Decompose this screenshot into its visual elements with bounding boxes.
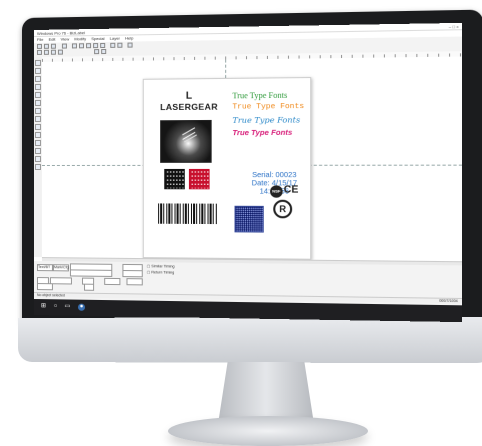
true-type-fonts-pink[interactable]: True Type Fonts — [232, 128, 310, 138]
text-bt-button[interactable]: Text/BT — [36, 264, 53, 272]
menu-help[interactable]: Help — [125, 35, 133, 40]
undo-icon[interactable] — [93, 43, 99, 49]
similar-timing-checkbox[interactable]: ▢ Similar Timing — [147, 264, 175, 268]
circle-tool-icon[interactable] — [34, 91, 41, 98]
windows-logo-icon[interactable]: ⊞ — [40, 303, 47, 310]
nsf-logo: NSF — [270, 185, 283, 198]
lasergear-logo[interactable]: L LASERGEAR — [154, 90, 224, 113]
image-tool-icon[interactable] — [34, 123, 41, 130]
spark — [182, 131, 196, 140]
datamatrix-code-black[interactable] — [164, 168, 185, 190]
return-timing-label: Return Timing — [151, 270, 175, 275]
serial-tool-icon[interactable] — [34, 131, 41, 138]
barcode[interactable] — [158, 203, 218, 225]
menu-modify[interactable]: Modify — [74, 36, 86, 41]
certification-marks[interactable]: NSF CE R — [270, 184, 302, 222]
new-file-icon[interactable] — [36, 43, 42, 49]
rotate-icon[interactable] — [101, 48, 107, 55]
screen: Windows Pro 76 - BizLabel – □ × File Edi… — [34, 22, 463, 323]
window-title: Windows Pro 76 - BizLabel — [36, 30, 86, 36]
registered-mark: R — [273, 199, 293, 219]
property-field-2[interactable] — [69, 269, 113, 277]
logo-text: LASERGEAR — [160, 101, 218, 113]
copy-icon[interactable] — [78, 43, 85, 49]
status-text: No object selected — [36, 293, 65, 298]
return-timing-checkbox[interactable]: ▢ Return Timing — [147, 270, 174, 274]
polygon-tool-icon[interactable] — [34, 99, 41, 106]
zoom-icon[interactable] — [71, 43, 77, 49]
text-tool-icon[interactable] — [34, 107, 41, 114]
property-field-8[interactable] — [104, 277, 121, 286]
design-canvas[interactable]: L LASERGEAR True Type Fonts True Type Fo… — [41, 56, 463, 262]
menu-edit[interactable]: Edit — [49, 37, 56, 42]
select-icon[interactable] — [36, 49, 42, 55]
date-tool-icon[interactable] — [34, 139, 41, 146]
qr-code-red[interactable] — [188, 168, 210, 190]
laser-photo-image[interactable] — [160, 119, 212, 163]
print-icon[interactable] — [61, 43, 67, 49]
pointer-icon[interactable] — [94, 49, 100, 55]
ungroup-icon[interactable] — [57, 49, 63, 55]
property-field-10[interactable] — [36, 283, 53, 291]
pointer-tool-icon[interactable] — [34, 59, 41, 66]
true-type-fonts-green[interactable]: True Type Fonts — [232, 90, 310, 101]
node-icon[interactable] — [43, 49, 49, 55]
label-page[interactable]: L LASERGEAR True Type Fonts True Type Fo… — [142, 77, 312, 260]
menu-special[interactable]: Special — [91, 36, 104, 41]
property-field-9[interactable] — [126, 278, 143, 286]
true-type-fonts-blue[interactable]: True Type Fonts — [232, 115, 310, 125]
line-tool-icon[interactable] — [34, 67, 41, 74]
app-icon[interactable]: ● — [77, 303, 86, 311]
paste-icon[interactable] — [86, 43, 92, 49]
status-coordinates: 000/7/1004 — [439, 298, 458, 304]
input-tool-icon[interactable] — [34, 155, 41, 162]
redo-icon[interactable] — [100, 42, 106, 49]
monitor-chin — [18, 316, 482, 364]
ce-mark: CE — [283, 184, 299, 196]
logo-mark: L — [185, 90, 193, 102]
menu-file[interactable]: File — [37, 37, 43, 42]
curve-tool-icon[interactable] — [34, 75, 41, 82]
property-field-4[interactable] — [122, 269, 143, 278]
grid-icon[interactable] — [117, 42, 123, 48]
text-bt-label: Text/BT — [37, 265, 51, 270]
save-icon[interactable] — [50, 43, 56, 49]
mark-cfg-label: Mark/Cfg — [53, 265, 69, 270]
barcode-tool-icon[interactable] — [34, 115, 41, 122]
rectangle-tool-icon[interactable] — [34, 83, 41, 90]
property-field-6[interactable] — [49, 277, 72, 285]
menu-layer[interactable]: Layer — [110, 36, 120, 41]
align-icon[interactable] — [110, 42, 116, 48]
search-icon[interactable]: ○ — [52, 303, 59, 310]
task-view-icon[interactable]: ▭ — [64, 303, 71, 310]
menu-view[interactable]: View — [61, 36, 70, 41]
monitor-stand-base — [168, 416, 368, 446]
open-file-icon[interactable] — [43, 43, 49, 49]
similar-timing-label: Similar Timing — [151, 264, 175, 269]
output-tool-icon[interactable] — [34, 163, 41, 170]
mark-cfg-button[interactable]: Mark/Cfg — [52, 264, 69, 272]
true-type-fonts-orange[interactable]: True Type Fonts — [232, 103, 310, 112]
pattern-image[interactable] — [234, 205, 264, 233]
property-field-11[interactable] — [84, 283, 95, 291]
group-icon[interactable] — [50, 49, 56, 55]
monitor-stand-neck — [218, 362, 314, 424]
timer-tool-icon[interactable] — [34, 147, 41, 154]
laser-icon[interactable] — [127, 42, 133, 48]
